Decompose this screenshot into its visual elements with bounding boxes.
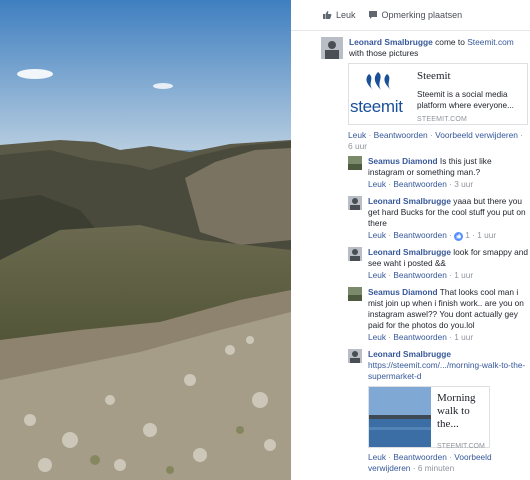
- delete-preview-link[interactable]: Voorbeeld verwijderen: [435, 130, 518, 140]
- avatar-image: [348, 349, 362, 363]
- avatar[interactable]: [348, 247, 362, 261]
- steemit-logo: steemit: [349, 64, 411, 124]
- comment: Seamus Diamond That looks cool man i mis…: [348, 287, 530, 343]
- avatar-image: [321, 37, 343, 59]
- like-link[interactable]: Leuk: [368, 270, 386, 280]
- water-photo: [369, 387, 431, 447]
- link-preview[interactable]: Morning walk to the... STEEMIT.COM: [368, 386, 490, 450]
- reply-link[interactable]: Beantwoorden: [393, 452, 447, 462]
- avatar[interactable]: [348, 349, 362, 363]
- author-name[interactable]: Leonard Smalbrugge: [368, 196, 451, 206]
- timestamp[interactable]: 3 uur: [454, 179, 473, 189]
- comment: Leonard Smalbrugge yaaa but there you ge…: [348, 196, 530, 241]
- avatar-image: [348, 196, 362, 210]
- post-text-part: come to: [432, 37, 468, 47]
- avatar[interactable]: [321, 37, 343, 59]
- link-preview[interactable]: steemit Steemit Steemit is a social medi…: [348, 63, 528, 125]
- like-link[interactable]: Leuk: [368, 452, 386, 462]
- preview-title: Steemit: [417, 70, 451, 82]
- timestamp[interactable]: 6 minuten: [418, 463, 454, 473]
- avatar-image: [348, 287, 362, 301]
- preview-domain: STEEMIT.COM: [437, 443, 485, 450]
- photo-viewer[interactable]: [0, 0, 291, 480]
- author-name[interactable]: Leonard Smalbrugge: [368, 349, 451, 359]
- like-link[interactable]: Leuk: [368, 179, 386, 189]
- reply-link[interactable]: Beantwoorden: [393, 270, 447, 280]
- avatar[interactable]: [348, 287, 362, 301]
- like-link[interactable]: Leuk: [348, 130, 366, 140]
- preview-title: Morning walk to the...: [437, 392, 476, 430]
- comment: Seamus Diamond Is this just like instagr…: [348, 156, 530, 190]
- author-name[interactable]: Seamus Diamond: [368, 156, 438, 166]
- preview-domain: STEEMIT.COM: [417, 116, 468, 123]
- like-label: Leuk: [336, 10, 356, 20]
- avatar-image: [348, 247, 362, 261]
- author-name[interactable]: Leonard Smalbrugge: [368, 247, 451, 257]
- thumbs-up-icon: [323, 11, 332, 19]
- comment-button[interactable]: Opmerking plaatsen: [368, 10, 463, 20]
- comment-icon: [368, 11, 377, 19]
- avatar[interactable]: [348, 156, 362, 170]
- post-link[interactable]: Steemit.com: [467, 37, 514, 47]
- reply-link[interactable]: Beantwoorden: [393, 179, 447, 189]
- steemit-logo-text: steemit: [350, 97, 403, 116]
- avatar-image: [348, 156, 362, 170]
- avatar[interactable]: [348, 196, 362, 210]
- post: Leonard Smalbrugge come to Steemit.com w…: [321, 37, 530, 152]
- action-bar: Leuk Opmerking plaatsen: [291, 0, 530, 31]
- timestamp[interactable]: 1 uur: [454, 270, 473, 280]
- comments-panel: Leuk Opmerking plaatsen Leonard Smalbrug…: [291, 0, 530, 480]
- timestamp[interactable]: 1 uur: [477, 230, 496, 240]
- preview-thumbnail: [369, 387, 431, 447]
- timestamp[interactable]: 6 uur: [348, 141, 367, 151]
- post-meta: Leuk · Beantwoorden · Voorbeeld verwijde…: [348, 130, 524, 151]
- mountain-photo: [0, 0, 291, 480]
- comment-label: Opmerking plaatsen: [381, 10, 463, 20]
- preview-description: Steemit is a social media platform where…: [417, 90, 514, 110]
- reply-link[interactable]: Beantwoorden: [393, 230, 447, 240]
- timestamp[interactable]: 1 uur: [454, 332, 473, 342]
- like-link[interactable]: Leuk: [368, 332, 386, 342]
- like-button[interactable]: Leuk: [322, 10, 356, 20]
- author-name[interactable]: Leonard Smalbrugge: [349, 37, 433, 47]
- reply-link[interactable]: Beantwoorden: [393, 332, 447, 342]
- comment-link[interactable]: https://steemit.com/.../morning-walk-to-…: [368, 360, 525, 381]
- like-reaction-icon: [454, 231, 464, 241]
- comment: Leonard Smalbrugge https://steemit.com/.…: [348, 349, 530, 474]
- reply-link[interactable]: Beantwoorden: [374, 130, 428, 140]
- author-name[interactable]: Seamus Diamond: [368, 287, 438, 297]
- post-text: Leonard Smalbrugge come to Steemit.com w…: [349, 37, 530, 59]
- comment-list: Seamus Diamond Is this just like instagr…: [348, 156, 530, 480]
- post-text-part: with those pictures: [349, 48, 419, 58]
- like-link[interactable]: Leuk: [368, 230, 386, 240]
- comment: Leonard Smalbrugge look for smappy and s…: [348, 247, 530, 281]
